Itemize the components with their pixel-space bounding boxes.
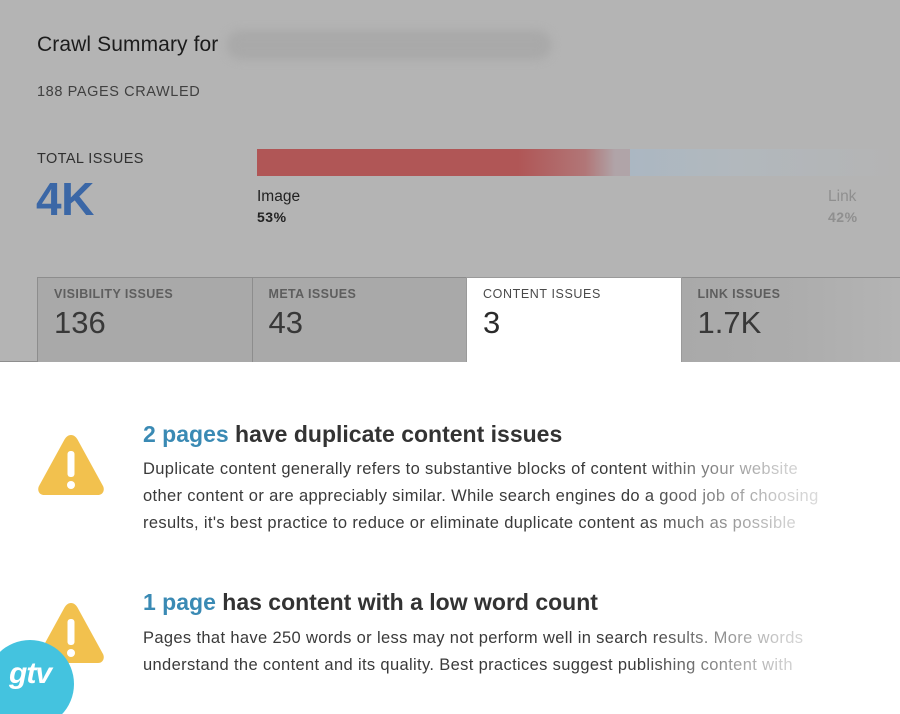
issue-category-tabs: VISIBILITY ISSUES 136 META ISSUES 43 CON… — [37, 277, 900, 362]
tab-visibility-issues[interactable]: VISIBILITY ISSUES 136 — [37, 277, 253, 362]
link-segment-label: Link — [828, 188, 857, 205]
description-line: understand the content and its quality. … — [143, 656, 793, 674]
tab-count: 136 — [54, 305, 106, 340]
issue-title-text: has content with a low word count — [215, 589, 598, 615]
link-segment-percent: 42% — [828, 209, 858, 225]
description-line: Duplicate content generally refers to su… — [143, 460, 799, 478]
logo-text: gtv — [9, 657, 52, 690]
issue-description: Pages that have 250 words or less may no… — [143, 625, 900, 681]
tab-link-issues[interactable]: LINK ISSUES 1.7K — [680, 277, 900, 362]
description-line: Pages that have 250 words or less may no… — [143, 629, 804, 647]
tab-meta-issues[interactable]: META ISSUES 43 — [251, 277, 467, 362]
summary-header: Crawl Summary for — [37, 33, 549, 57]
image-segment-percent: 53% — [257, 209, 287, 225]
issue-title-text: have duplicate content issues — [228, 421, 563, 447]
tab-content-issues[interactable]: CONTENT ISSUES 3 — [466, 277, 682, 362]
tab-label: CONTENT ISSUES — [483, 287, 601, 301]
image-segment-label: Image — [257, 188, 301, 205]
pages-crawled-count: 188 PAGES CRAWLED — [37, 84, 201, 100]
tab-label: VISIBILITY ISSUES — [54, 287, 174, 301]
tab-count: 3 — [483, 305, 501, 340]
issue-title[interactable]: 1 page has content with a low word count — [143, 589, 598, 616]
issue-description: Duplicate content generally refers to su… — [143, 456, 900, 540]
description-line: results, it's best practice to reduce or… — [143, 514, 797, 532]
total-issues-label: TOTAL ISSUES — [37, 151, 144, 167]
issue-distribution-bar — [257, 149, 900, 176]
tab-count: 1.7K — [697, 305, 762, 340]
redacted-site-url — [230, 34, 549, 56]
page-title: Crawl Summary for — [37, 33, 219, 56]
issue-title[interactable]: 2 pages have duplicate content issues — [143, 421, 562, 448]
image-issues-segment — [257, 149, 630, 176]
issue-page-count-link[interactable]: 1 page — [143, 589, 216, 615]
tab-label: META ISSUES — [268, 287, 357, 301]
tab-label: LINK ISSUES — [697, 287, 781, 301]
description-line: other content or are appreciably similar… — [143, 487, 819, 505]
issue-page-count-link[interactable]: 2 pages — [143, 421, 229, 447]
warning-triangle-icon — [38, 435, 104, 495]
total-issues-value: 4K — [36, 173, 94, 225]
tab-count: 43 — [268, 305, 303, 340]
link-issues-segment — [629, 149, 900, 176]
